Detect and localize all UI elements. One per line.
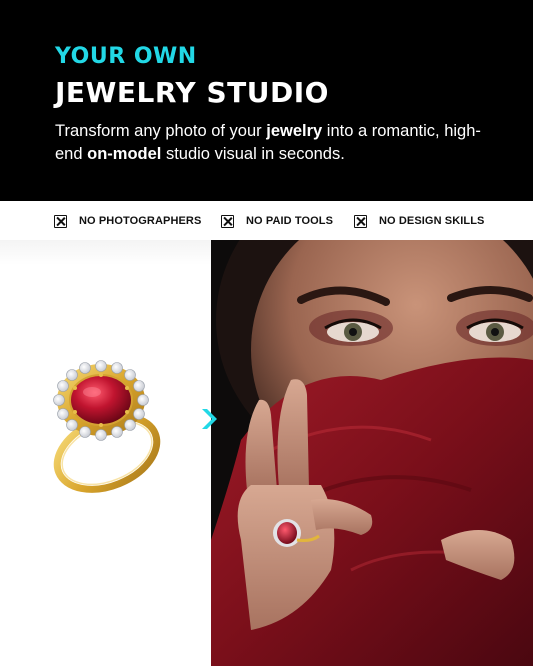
subtitle-bold-jewelry: jewelry <box>266 122 323 140</box>
before-product-panel <box>0 240 211 666</box>
feature-label: NO DESIGN SKILLS <box>379 215 485 227</box>
model-wearing-ring-photo <box>211 240 533 666</box>
subtitle: Transform any photo of your jewelry into… <box>55 120 495 166</box>
eyebrow-text: YOUR OWN <box>55 44 197 69</box>
feature-label: NO PHOTOGRAPHERS <box>79 215 202 227</box>
subtitle-part-3: studio visual in seconds. <box>161 145 345 163</box>
feature-no-photographers: NO PHOTOGRAPHERS <box>54 213 201 229</box>
subtitle-bold-on-model: on-model <box>87 145 162 163</box>
jewelry-studio-ad: YOUR OWN JEWELRY STUDIO Transform any ph… <box>0 0 533 666</box>
chevron-right-icon <box>202 409 217 429</box>
feature-label: NO PAID TOOLS <box>246 215 334 227</box>
x-box-icon <box>54 214 67 228</box>
subtitle-part-1: Transform any photo of your <box>55 122 267 140</box>
after-model-photo-panel <box>211 240 533 666</box>
feature-bar: NO PHOTOGRAPHERS NO PAID TOOLS NO DESIGN… <box>0 201 533 240</box>
hero-section: YOUR OWN JEWELRY STUDIO Transform any ph… <box>0 0 533 201</box>
feature-no-design-skills: NO DESIGN SKILLS <box>354 213 485 229</box>
feature-no-paid-tools: NO PAID TOOLS <box>221 213 333 229</box>
gold-ruby-ring-image <box>53 360 161 493</box>
x-box-icon <box>221 214 234 228</box>
headline: JEWELRY STUDIO <box>55 76 329 109</box>
x-box-icon <box>354 214 367 228</box>
